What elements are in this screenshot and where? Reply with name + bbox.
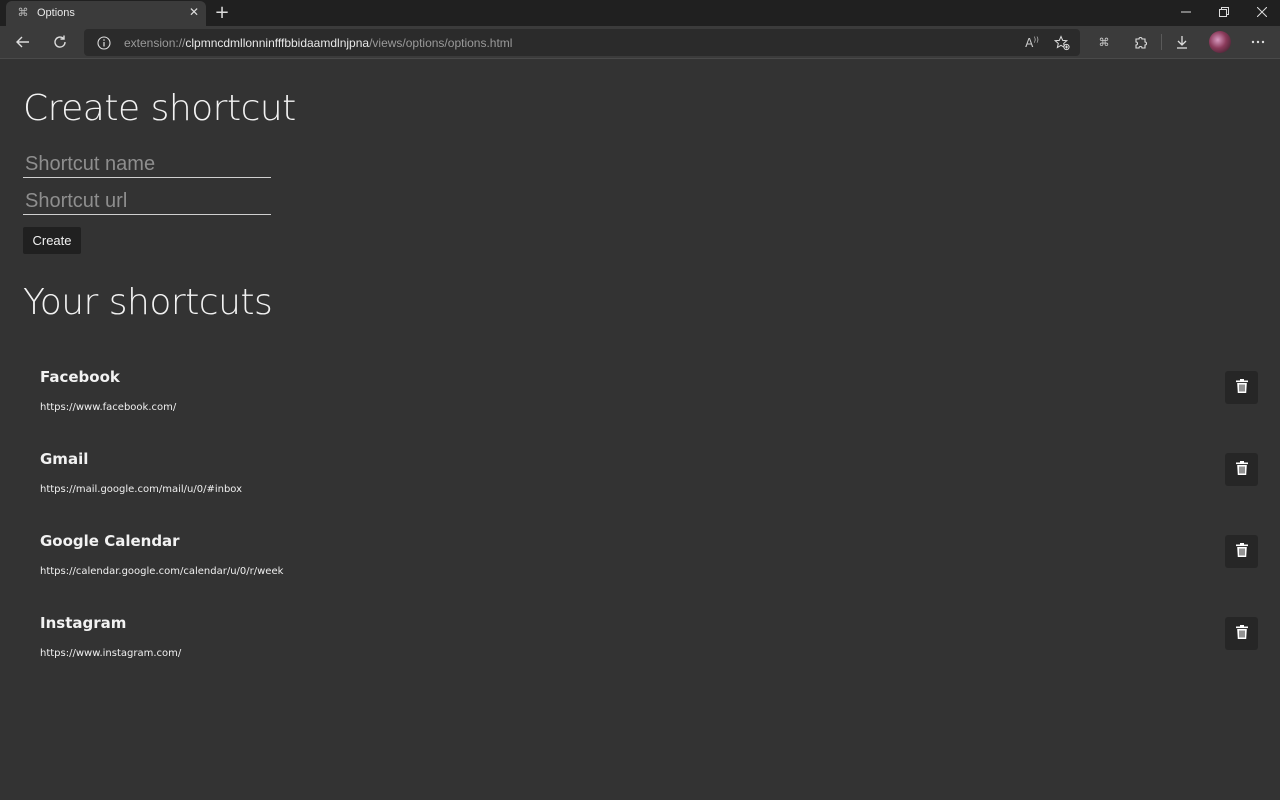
shortcut-url: https://www.facebook.com/	[40, 402, 177, 413]
delete-button[interactable]	[1225, 371, 1258, 404]
trash-icon	[1235, 379, 1248, 396]
trash-icon	[1235, 543, 1248, 560]
extension-icon: ⌘	[17, 6, 29, 19]
shortcut-url: https://calendar.google.com/calendar/u/0…	[40, 566, 284, 577]
url-host: clpmncdmllonninfffbbidaamdlnjpna	[185, 36, 370, 50]
delete-button[interactable]	[1225, 535, 1258, 568]
shortcut-url-input[interactable]	[23, 189, 271, 214]
read-aloud-icon[interactable]: A))	[1018, 29, 1046, 56]
restore-icon[interactable]	[1204, 0, 1244, 26]
plus-icon[interactable]: +	[212, 3, 232, 23]
browser-tab[interactable]: ⌘ Options ✕	[6, 1, 206, 26]
list-item: Gmail https://mail.google.com/mail/u/0/#…	[23, 447, 1263, 525]
trash-icon	[1235, 625, 1248, 642]
extension-icon[interactable]: ⌘	[1090, 28, 1118, 56]
delete-button[interactable]	[1225, 453, 1258, 486]
close-icon[interactable]: ✕	[187, 5, 201, 19]
avatar[interactable]	[1209, 31, 1231, 53]
back-arrow-icon[interactable]	[9, 28, 37, 56]
shortcut-url-field	[23, 189, 271, 215]
trash-icon	[1235, 461, 1248, 478]
address-bar[interactable]: extension://clpmncdmllonninfffbbidaamdln…	[84, 29, 1080, 56]
create-shortcut-heading: Create shortcut	[23, 88, 296, 129]
tab-title: Options	[37, 7, 75, 19]
shortcut-name: Google Calendar	[40, 532, 180, 550]
create-button[interactable]: Create	[23, 227, 81, 254]
shortcut-name-field	[23, 152, 271, 178]
shortcut-name-input[interactable]	[23, 152, 271, 177]
star-add-icon[interactable]	[1048, 29, 1076, 56]
puzzle-icon[interactable]	[1127, 28, 1155, 56]
toolbar-divider	[1161, 34, 1162, 50]
url-path: /views/options/options.html	[369, 36, 513, 50]
shortcut-name: Instagram	[40, 614, 127, 632]
shortcut-url: https://www.instagram.com/	[40, 648, 182, 659]
list-item: Google Calendar https://calendar.google.…	[23, 529, 1263, 607]
list-item: Facebook https://www.facebook.com/	[23, 365, 1263, 443]
url-text: extension://clpmncdmllonninfffbbidaamdln…	[124, 36, 512, 50]
info-icon[interactable]	[90, 29, 118, 56]
your-shortcuts-heading: Your shortcuts	[23, 282, 273, 323]
refresh-icon[interactable]	[46, 28, 74, 56]
shortcut-name: Facebook	[40, 368, 120, 386]
minimize-icon[interactable]	[1166, 0, 1206, 26]
shortcut-name: Gmail	[40, 450, 89, 468]
window-close-icon[interactable]	[1242, 0, 1280, 26]
list-item: Instagram https://www.instagram.com/	[23, 611, 1263, 689]
shortcut-url: https://mail.google.com/mail/u/0/#inbox	[40, 484, 243, 495]
options-page: Create shortcut Create Your shortcuts Fa…	[0, 60, 1280, 800]
browser-toolbar: extension://clpmncdmllonninfffbbidaamdln…	[0, 26, 1280, 59]
delete-button[interactable]	[1225, 617, 1258, 650]
download-icon[interactable]	[1168, 28, 1196, 56]
browser-titlebar: ⌘ Options ✕ +	[0, 0, 1280, 26]
url-scheme: extension://	[124, 36, 186, 50]
more-icon[interactable]	[1244, 28, 1272, 56]
